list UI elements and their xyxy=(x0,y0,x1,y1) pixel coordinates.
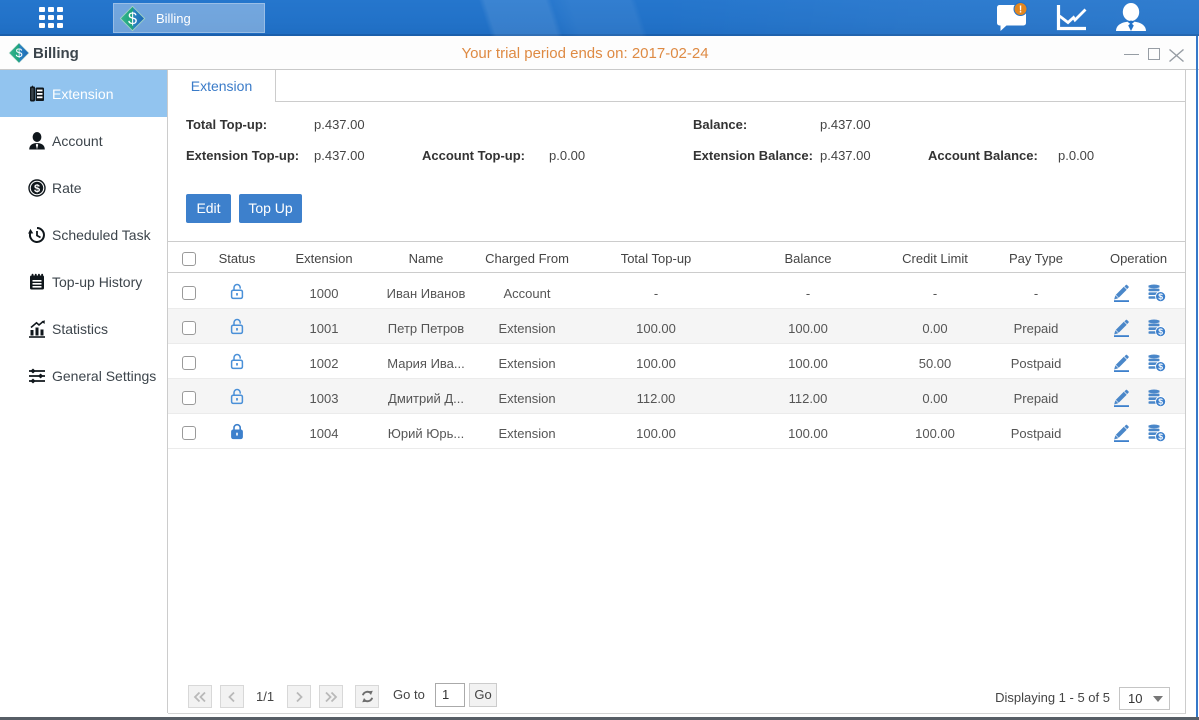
svg-text:!: ! xyxy=(1019,5,1022,16)
svg-text:$: $ xyxy=(1158,432,1163,442)
svg-text:$: $ xyxy=(34,183,40,195)
svg-text:$: $ xyxy=(1158,362,1163,372)
svg-text:$: $ xyxy=(1158,327,1163,337)
svg-text:$: $ xyxy=(1158,292,1163,302)
svg-text:$: $ xyxy=(1158,397,1163,407)
svg-text:$: $ xyxy=(128,10,137,28)
